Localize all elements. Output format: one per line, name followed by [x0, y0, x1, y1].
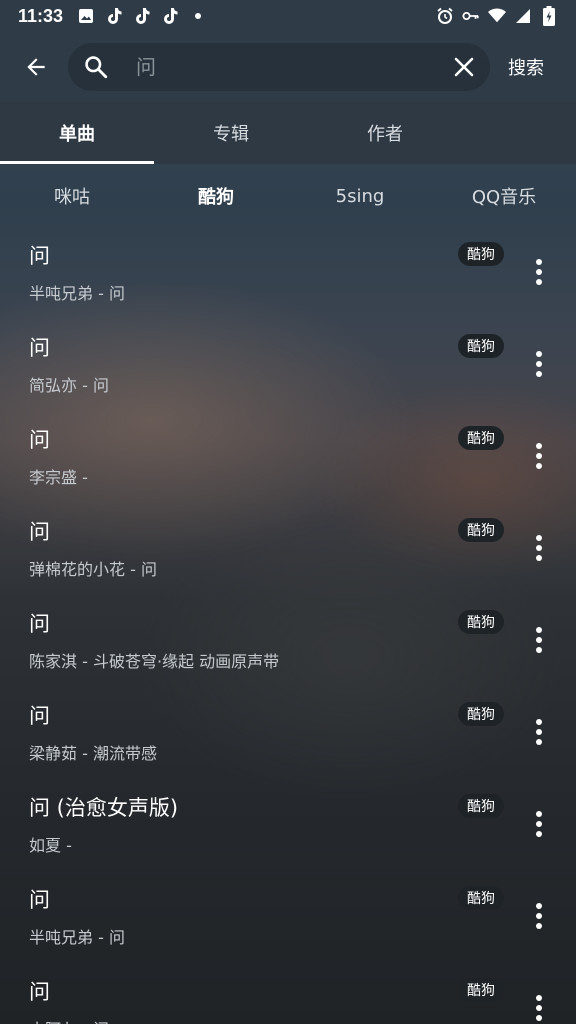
more-options-button[interactable] [524, 896, 554, 936]
source-badge: 酷狗 [458, 794, 504, 818]
system-icons [436, 6, 558, 26]
tiktok-icon [105, 7, 123, 25]
song-title: 问 [29, 704, 50, 728]
song-list: 问 半吨兄弟 - 问 酷狗 问 简弘亦 - 问 酷狗 问 李宗盛 - 酷狗 问 … [0, 228, 576, 1024]
tab-album[interactable]: 专辑 [154, 102, 308, 164]
song-subtitle: 陈家淇 - 斗破苍穹·缘起 动画原声带 [29, 652, 280, 671]
song-subtitle: 李宗盛 - [29, 468, 88, 487]
song-subtitle: 半吨兄弟 - 问 [29, 284, 125, 303]
source-badge: 酷狗 [458, 702, 504, 726]
source-migu[interactable]: 咪咕 [0, 164, 144, 228]
wifi-icon [488, 7, 506, 25]
tiktok-icon [161, 7, 179, 25]
more-vert-icon [536, 903, 542, 929]
song-subtitle: 半吨兄弟 - 问 [29, 928, 125, 947]
more-vert-icon [536, 719, 542, 745]
more-options-button[interactable] [524, 988, 554, 1024]
source-5sing[interactable]: 5sing [288, 164, 432, 228]
song-title: 问 [29, 244, 50, 268]
source-qqmusic[interactable]: QQ音乐 [432, 164, 576, 228]
notification-icons [77, 7, 207, 25]
song-title: 问 [29, 428, 50, 452]
song-row[interactable]: 问 弹棉花的小花 - 问 酷狗 [0, 504, 576, 596]
status-bar: 11:33 [0, 0, 576, 32]
song-row[interactable]: 问 半吨兄弟 - 问 酷狗 [0, 872, 576, 964]
song-title: 问 [29, 336, 50, 360]
more-options-button[interactable] [524, 712, 554, 752]
source-badge: 酷狗 [458, 886, 504, 910]
more-vert-icon [536, 811, 542, 837]
more-vert-icon [536, 443, 542, 469]
tab-single[interactable]: 单曲 [0, 102, 154, 164]
signal-icon [514, 7, 532, 25]
key-icon [462, 7, 480, 25]
more-vert-icon [536, 351, 542, 377]
more-options-button[interactable] [524, 344, 554, 384]
close-icon [454, 57, 474, 77]
search-submit-button[interactable]: 搜索 [508, 54, 544, 80]
song-title: 问 [29, 888, 50, 912]
source-badge: 酷狗 [458, 610, 504, 634]
status-time: 11:33 [18, 5, 64, 26]
tab-artist[interactable]: 作者 [308, 102, 462, 164]
category-tabs: 单曲 专辑 作者 [0, 102, 576, 164]
song-title: 问 (治愈女声版) [29, 796, 179, 820]
source-badge: 酷狗 [458, 518, 504, 542]
song-row[interactable]: 问 半吨兄弟 - 问 酷狗 [0, 228, 576, 320]
song-title: 问 [29, 980, 50, 1004]
more-options-button[interactable] [524, 252, 554, 292]
tiktok-icon [133, 7, 151, 25]
song-title: 问 [29, 612, 50, 636]
more-options-button[interactable] [524, 528, 554, 568]
more-options-button[interactable] [524, 436, 554, 476]
image-icon [77, 7, 95, 25]
more-options-button[interactable] [524, 804, 554, 844]
source-tabs: 咪咕 酷狗 5sing QQ音乐 [0, 164, 576, 228]
song-subtitle: 弹棉花的小花 - 问 [29, 560, 157, 579]
song-row[interactable]: 问 (治愈女声版) 如夏 - 酷狗 [0, 780, 576, 872]
clear-button[interactable] [438, 56, 490, 78]
search-box [68, 43, 490, 91]
alarm-icon [436, 7, 454, 25]
more-vert-icon [536, 627, 542, 653]
source-badge: 酷狗 [458, 978, 504, 1002]
song-subtitle: 简弘亦 - 问 [29, 376, 109, 395]
source-badge: 酷狗 [458, 242, 504, 266]
search-app-bar: 搜索 [0, 32, 576, 102]
song-row[interactable]: 问 简弘亦 - 问 酷狗 [0, 320, 576, 412]
source-kugou[interactable]: 酷狗 [144, 164, 288, 228]
song-row[interactable]: 问 李宗盛 - 酷狗 [0, 412, 576, 504]
search-input[interactable] [124, 47, 438, 87]
battery-charging-icon [540, 6, 558, 26]
dot-icon [189, 7, 207, 25]
song-subtitle: 如夏 - [29, 836, 72, 855]
song-subtitle: 梁静茹 - 潮流带感 [29, 744, 157, 763]
song-row[interactable]: 问 梁静茹 - 潮流带感 酷狗 [0, 688, 576, 780]
song-row[interactable]: 问 陈家淇 - 斗破苍穹·缘起 动画原声带 酷狗 [0, 596, 576, 688]
song-title: 问 [29, 520, 50, 544]
arrow-back-icon [27, 58, 45, 76]
source-badge: 酷狗 [458, 426, 504, 450]
more-options-button[interactable] [524, 620, 554, 660]
more-vert-icon [536, 995, 542, 1021]
more-vert-icon [536, 535, 542, 561]
source-badge: 酷狗 [458, 334, 504, 358]
song-subtitle: 小阿七 - 问 [29, 1016, 109, 1024]
song-row[interactable]: 问 小阿七 - 问 酷狗 [0, 964, 576, 1024]
more-vert-icon [536, 259, 542, 285]
back-button[interactable] [10, 41, 62, 93]
search-icon [68, 54, 124, 80]
